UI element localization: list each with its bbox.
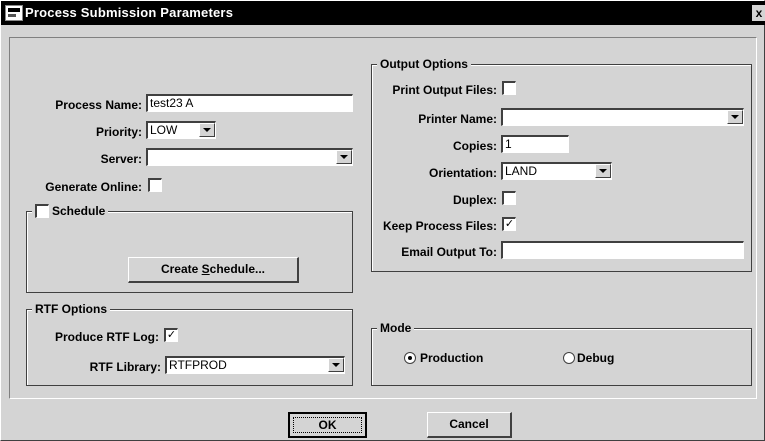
priority-value: LOW [150,123,178,137]
rtf-library-select[interactable]: RTFPROD [165,356,345,374]
cancel-button[interactable]: Cancel [427,412,512,438]
email-output-to-input[interactable] [501,241,744,259]
print-output-files-checkbox[interactable] [502,81,516,95]
title-bar[interactable]: Process Submission Parameters x [1,1,765,25]
duplex-checkbox[interactable] [502,191,516,205]
orientation-select[interactable]: LAND [501,162,612,180]
chevron-down-icon[interactable] [727,110,743,124]
priority-label: Priority: [95,125,142,139]
copies-input[interactable]: 1 [501,135,569,153]
keep-process-files-checkbox[interactable]: ✓ [502,217,516,231]
schedule-label: Schedule [52,204,106,218]
schedule-checkbox[interactable] [35,204,49,218]
printer-name-label: Printer Name: [418,112,497,126]
mode-debug-label[interactable]: Debug [577,351,614,365]
orientation-value: LAND [505,164,538,178]
focus-indicator [293,417,362,433]
chevron-down-icon[interactable] [328,358,344,372]
priority-select[interactable]: LOW [146,121,216,139]
process-submission-dialog: Process Submission Parameters x Process … [0,0,765,441]
output-options-title: Output Options [377,57,471,71]
process-name-label: Process Name: [55,98,142,112]
rtf-options-group: RTF Options [26,302,353,386]
app-window-icon [5,5,23,21]
create-schedule-button[interactable]: Create Schedule... [128,257,299,283]
chevron-down-icon[interactable] [199,123,215,137]
generate-online-checkbox[interactable] [148,178,162,192]
mode-title: Mode [377,321,415,335]
duplex-label: Duplex: [452,193,497,207]
print-output-files-label: Print Output Files: [392,83,497,97]
ok-button[interactable]: OK [288,412,367,438]
process-name-input[interactable]: test23 A [146,94,353,112]
mode-production-radio[interactable] [404,352,416,364]
copies-label: Copies: [452,139,497,153]
keep-process-files-label: Keep Process Files: [382,219,497,233]
generate-online-label: Generate Online: [45,180,142,194]
server-label: Server: [100,152,142,166]
create-schedule-label-accel: S [201,262,210,276]
rtf-options-title: RTF Options [32,302,110,316]
check-icon: ✓ [504,218,515,230]
mode-production-label[interactable]: Production [420,351,483,365]
mode-debug-radio[interactable] [563,352,575,364]
chevron-down-icon[interactable] [595,164,611,178]
check-icon: ✓ [166,329,177,341]
produce-rtf-log-checkbox[interactable]: ✓ [164,328,178,342]
rtf-library-label: RTF Library: [89,360,161,374]
window-title: Process Submission Parameters [25,5,234,20]
orientation-label: Orientation: [429,166,497,180]
chevron-down-icon[interactable] [336,150,352,164]
close-icon[interactable]: x [752,5,765,21]
cancel-button-label: Cancel [449,417,489,431]
rtf-library-value: RTFPROD [169,358,227,372]
email-output-to-label: Email Output To: [401,245,497,259]
create-schedule-label-pre: Create [160,262,202,276]
server-select[interactable] [146,148,353,166]
produce-rtf-log-label: Produce RTF Log: [55,330,159,344]
printer-name-select[interactable] [501,108,744,126]
create-schedule-label-post: chedule... [209,262,266,276]
